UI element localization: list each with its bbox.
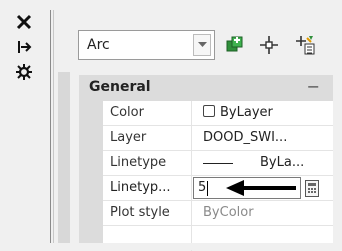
general-section-header[interactable]: General −	[79, 75, 333, 101]
property-row-linetype-scale[interactable]: Linetyp... 5	[103, 176, 333, 201]
column-divider	[191, 126, 192, 151]
dropdown-button[interactable]	[193, 34, 211, 56]
calculator-icon[interactable]	[305, 180, 319, 197]
property-value: ByLayer	[203, 105, 273, 120]
collapse-toggle[interactable]: −	[307, 77, 320, 96]
column-divider	[191, 201, 192, 226]
column-divider	[191, 101, 192, 126]
property-row-linetype[interactable]: Linetype ByLa...	[103, 151, 333, 176]
toggle-pickadd-icon[interactable]	[293, 34, 315, 56]
grid-gutter	[79, 101, 103, 250]
property-value: ByColor	[203, 205, 254, 220]
object-type-dropdown[interactable]: Arc	[78, 30, 215, 60]
bottom-edge	[0, 243, 342, 250]
column-divider	[191, 151, 192, 176]
pin-icon[interactable]	[14, 37, 34, 57]
linetype-preview-line	[203, 163, 233, 164]
section-title: General	[89, 79, 151, 95]
properties-settings-icon[interactable]	[14, 62, 34, 82]
text-caret	[207, 181, 208, 196]
quick-select-icon[interactable]	[224, 34, 246, 56]
property-row-layer[interactable]: Layer DOOD_SWI...	[103, 126, 333, 151]
chevron-down-icon	[198, 42, 207, 47]
select-objects-icon[interactable]	[258, 34, 280, 56]
property-value: ByLa...	[260, 155, 305, 170]
property-name: Color	[110, 105, 144, 120]
property-grid: Color ByLayer Layer DOOD_SWI... Linetype…	[103, 101, 333, 251]
object-type-value: Arc	[87, 37, 110, 53]
close-icon[interactable]	[14, 12, 34, 32]
property-row-plot-style[interactable]: Plot style ByColor	[103, 201, 333, 226]
column-divider	[191, 176, 192, 201]
input-value: 5	[198, 180, 207, 195]
property-name: Plot style	[110, 205, 170, 220]
property-name: Layer	[110, 130, 147, 145]
palette-title-strip	[0, 0, 50, 250]
property-name: Linetyp...	[110, 180, 171, 195]
property-value: DOOD_SWI...	[203, 130, 288, 145]
color-swatch	[203, 105, 215, 117]
property-row-color[interactable]: Color ByLayer	[103, 101, 333, 126]
vertical-scrollbar[interactable]	[58, 72, 70, 250]
property-name: Linetype	[110, 155, 167, 170]
pointer-arrow-annotation	[226, 180, 296, 196]
strip-divider	[50, 10, 51, 250]
